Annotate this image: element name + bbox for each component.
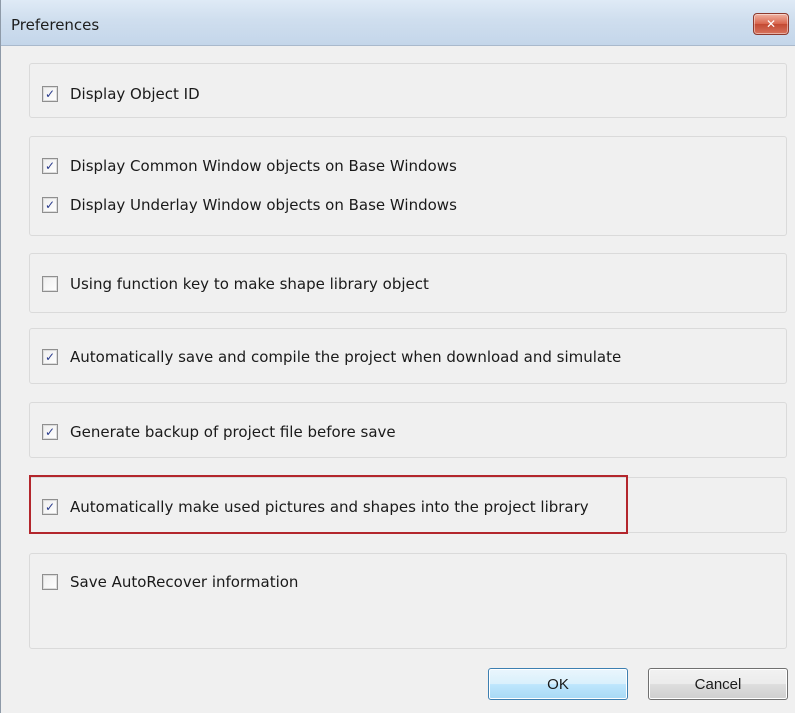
check-icon: ✓ (44, 87, 56, 101)
option-display-common-window[interactable]: ✓ Display Common Window objects on Base … (42, 156, 457, 176)
check-icon: ✓ (44, 159, 56, 173)
option-group-auto-save: ✓ Automatically save and compile the pro… (29, 328, 787, 384)
option-label: Automatically save and compile the proje… (70, 348, 622, 366)
close-button[interactable]: ✕ (753, 13, 789, 35)
option-group-function-key: Using function key to make shape library… (29, 253, 787, 313)
preferences-dialog: Preferences ✕ ✓ Display Object ID ✓ Disp… (0, 0, 795, 713)
option-display-object-id[interactable]: ✓ Display Object ID (42, 84, 200, 104)
cancel-button[interactable]: Cancel (648, 668, 788, 700)
checkbox-generate-backup[interactable]: ✓ (42, 424, 58, 440)
option-label: Save AutoRecover information (70, 573, 299, 591)
option-label: Display Common Window objects on Base Wi… (70, 157, 457, 175)
check-icon: ✓ (44, 425, 56, 439)
option-save-autorecover[interactable]: Save AutoRecover information (42, 572, 298, 592)
checkbox-function-key-shape-library[interactable] (42, 276, 58, 292)
option-label: Using function key to make shape library… (70, 275, 429, 293)
close-icon: ✕ (765, 17, 777, 31)
option-group-autorecover: Save AutoRecover information (29, 553, 787, 649)
option-label: Automatically make used pictures and sha… (70, 498, 589, 516)
checkbox-display-underlay-window[interactable]: ✓ (42, 197, 58, 213)
option-generate-backup[interactable]: ✓ Generate backup of project file before… (42, 422, 396, 442)
check-icon: ✓ (44, 198, 56, 212)
ok-button[interactable]: OK (488, 668, 628, 700)
option-group-base-windows: ✓ Display Common Window objects on Base … (29, 136, 787, 236)
check-icon: ✓ (44, 500, 56, 514)
option-group-backup: ✓ Generate backup of project file before… (29, 402, 787, 458)
title-bar[interactable]: Preferences ✕ (1, 0, 795, 46)
checkbox-display-object-id[interactable]: ✓ (42, 86, 58, 102)
checkbox-auto-project-library[interactable]: ✓ (42, 499, 58, 515)
option-auto-save-compile[interactable]: ✓ Automatically save and compile the pro… (42, 347, 621, 367)
option-label: Display Underlay Window objects on Base … (70, 196, 457, 214)
checkbox-auto-save-compile[interactable]: ✓ (42, 349, 58, 365)
checkbox-display-common-window[interactable]: ✓ (42, 158, 58, 174)
option-group-object-id: ✓ Display Object ID (29, 63, 787, 118)
option-function-key-shape-library[interactable]: Using function key to make shape library… (42, 274, 429, 294)
option-label: Display Object ID (70, 85, 200, 103)
option-group-project-library: ✓ Automatically make used pictures and s… (29, 477, 787, 533)
option-label: Generate backup of project file before s… (70, 423, 396, 441)
option-auto-project-library[interactable]: ✓ Automatically make used pictures and s… (42, 497, 589, 517)
window-title: Preferences (11, 16, 100, 34)
option-display-underlay-window[interactable]: ✓ Display Underlay Window objects on Bas… (42, 195, 457, 215)
check-icon: ✓ (44, 350, 56, 364)
checkbox-save-autorecover[interactable] (42, 574, 58, 590)
